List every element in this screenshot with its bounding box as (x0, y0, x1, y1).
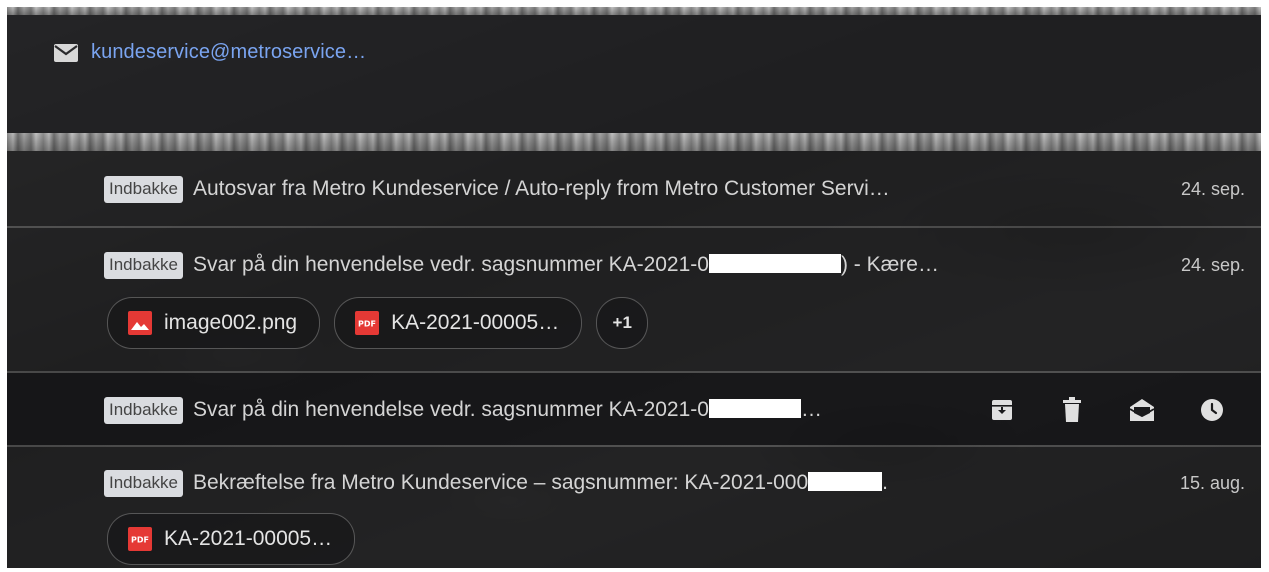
mark-unread-icon (1128, 397, 1156, 423)
email-row[interactable]: Indbakke Bekræftelse fra Metro Kundeserv… (7, 447, 1261, 568)
archive-button[interactable] (967, 398, 1037, 422)
hover-actions (967, 397, 1261, 423)
mail-icon (53, 43, 79, 63)
email-list: Indbakke Autosvar fra Metro Kundeservice… (7, 151, 1261, 568)
subject-text-after-redaction: . (882, 471, 888, 494)
snooze-button[interactable] (1177, 398, 1247, 422)
email-subject: Svar på din henvendelse vedr. sagsnummer… (193, 398, 967, 422)
account-email[interactable]: kundeservice@metroservice… (91, 41, 366, 64)
label-badge: Indbakke (104, 396, 183, 424)
pdf-file-icon: PDF (128, 527, 152, 551)
account-header: kundeservice@metroservice… (7, 15, 1261, 133)
snooze-icon (1200, 398, 1224, 422)
email-row[interactable]: Indbakke Autosvar fra Metro Kundeservice… (7, 151, 1261, 226)
more-attachments-chip[interactable]: +1 (596, 297, 649, 349)
attachment-name: KA-2021-00005… (391, 311, 560, 334)
subject-text-before-redaction: Svar på din henvendelse vedr. sagsnummer… (193, 253, 709, 276)
email-subject: Svar på din henvendelse vedr. sagsnummer… (193, 253, 1135, 277)
label-badge: Indbakke (104, 251, 183, 279)
email-row[interactable]: Indbakke Svar på din henvendelse vedr. s… (7, 228, 1261, 371)
email-row[interactable]: Indbakke Svar på din henvendelse vedr. s… (7, 373, 1261, 445)
subject-text-after-redaction: ) - Kære… (840, 253, 939, 276)
attachment-name: image002.png (164, 311, 298, 334)
subject-text-before-redaction: Bekræftelse fra Metro Kundeservice – sag… (193, 471, 809, 494)
theme-background-strip (7, 7, 1261, 15)
svg-text:PDF: PDF (358, 320, 376, 329)
attachment-chip[interactable]: PDF KA-2021-00005… (334, 297, 583, 349)
theme-background-strip (7, 133, 1261, 151)
attachment-chip[interactable]: PDF KA-2021-00005… (107, 513, 356, 565)
label-badge: Indbakke (104, 175, 183, 203)
image-file-icon (128, 311, 152, 335)
attachment-chip[interactable]: image002.png (107, 297, 321, 349)
email-date: 24. sep. (1180, 254, 1245, 275)
email-date: 24. sep. (1180, 178, 1245, 199)
label-badge: Indbakke (104, 469, 183, 497)
subject-text-after-redaction: … (800, 398, 822, 421)
redaction-box (808, 472, 883, 491)
subject-text-before-redaction: Svar på din henvendelse vedr. sagsnummer… (193, 398, 709, 421)
mail-window: kundeservice@metroservice… Indbakke Auto… (7, 7, 1261, 568)
attachment-chips: PDF KA-2021-00005… (107, 513, 356, 565)
attachment-name: KA-2021-00005… (164, 527, 333, 550)
delete-button[interactable] (1037, 397, 1107, 423)
attachment-chips: image002.png PDF KA-2021-00005… +1 (107, 297, 649, 349)
pdf-file-icon: PDF (355, 311, 380, 335)
svg-text:PDF: PDF (131, 536, 149, 545)
account-switcher[interactable]: kundeservice@metroservice… (53, 41, 366, 64)
archive-icon (990, 398, 1014, 422)
email-subject: Autosvar fra Metro Kundeservice / Auto-r… (193, 177, 890, 200)
more-attachments-count: +1 (612, 313, 632, 332)
redaction-box (708, 399, 801, 418)
email-subject: Bekræftelse fra Metro Kundeservice – sag… (193, 471, 1135, 495)
redaction-box (708, 254, 841, 273)
mark-unread-button[interactable] (1107, 397, 1177, 423)
email-date: 15. aug. (1179, 472, 1245, 493)
delete-icon (1061, 397, 1083, 423)
